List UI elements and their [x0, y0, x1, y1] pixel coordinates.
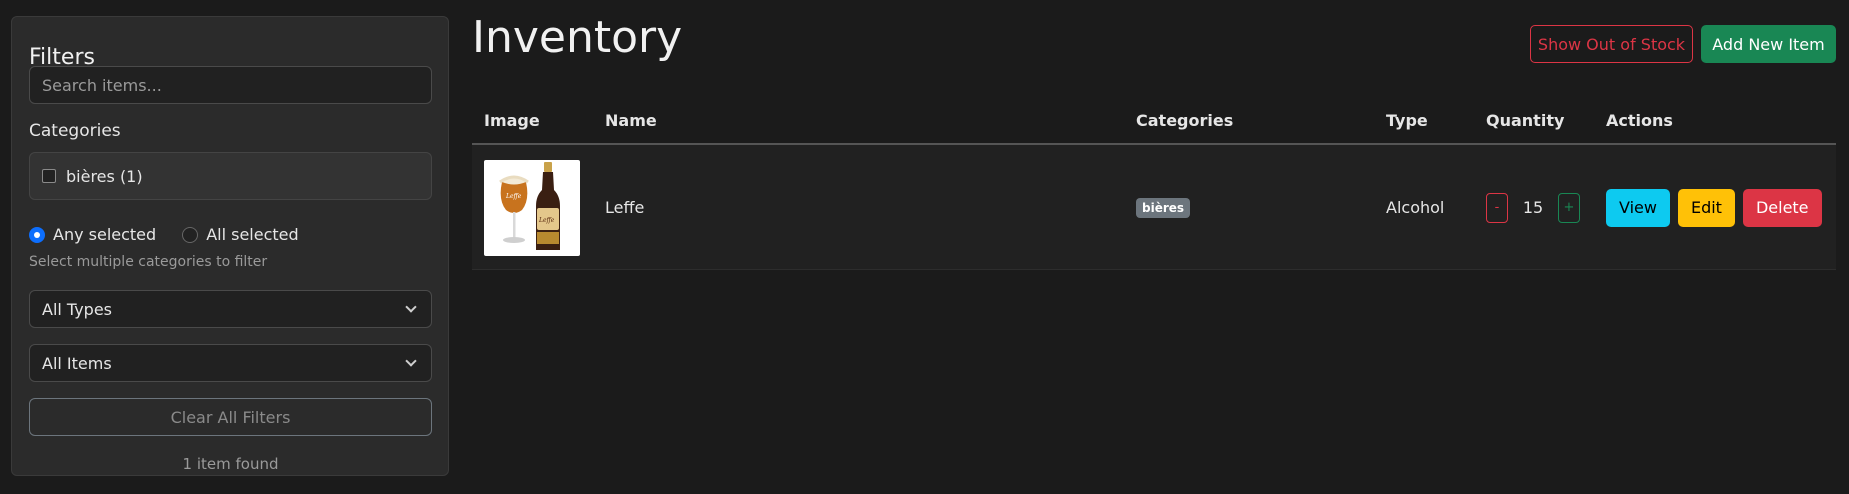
- view-button[interactable]: View: [1606, 188, 1670, 227]
- table-row: Leffe Leffe Leffe bières Alcohol - 15 + …: [472, 145, 1836, 270]
- category-checkbox-bieres[interactable]: [42, 169, 56, 183]
- show-out-of-stock-button[interactable]: Show Out of Stock: [1530, 25, 1693, 63]
- radio-all-label[interactable]: All selected: [206, 225, 298, 244]
- categories-cell: bières: [1136, 145, 1191, 270]
- image-cell: Leffe Leffe: [484, 145, 580, 270]
- quantity-value: 15: [1522, 198, 1544, 217]
- inventory-table: Image Name Categories Type Quantity Acti…: [472, 100, 1836, 270]
- chevron-down-icon: [405, 355, 417, 367]
- header-quantity: Quantity: [1486, 111, 1565, 130]
- quantity-stepper: - 15 +: [1486, 145, 1580, 270]
- result-count: 1 item found: [182, 455, 279, 473]
- decrease-quantity-button[interactable]: -: [1486, 192, 1508, 223]
- header-categories: Categories: [1136, 111, 1234, 130]
- type-select[interactable]: All Types: [29, 290, 432, 328]
- product-thumbnail: Leffe Leffe: [484, 159, 580, 256]
- radio-any-label[interactable]: Any selected: [53, 225, 156, 244]
- stock-select-value: All Items: [42, 353, 112, 373]
- table-header: Image Name Categories Type Quantity Acti…: [472, 100, 1836, 145]
- svg-text:Leffe: Leffe: [505, 193, 522, 200]
- clear-filters-button[interactable]: Clear All Filters: [29, 398, 432, 436]
- category-label-bieres[interactable]: bières (1): [66, 167, 143, 186]
- categories-list: bières (1): [29, 152, 432, 200]
- add-new-item-button[interactable]: Add New Item: [1701, 25, 1836, 63]
- stock-select[interactable]: All Items: [29, 344, 432, 382]
- header-name: Name: [605, 111, 657, 130]
- match-mode-radio-group: Any selected All selected: [29, 225, 299, 244]
- categories-heading: Categories: [29, 121, 121, 141]
- header-type: Type: [1386, 111, 1428, 130]
- inventory-page: Filters Categories bières (1) Any select…: [0, 0, 1849, 494]
- header-image: Image: [484, 111, 540, 130]
- filter-hint: Select multiple categories to filter: [29, 254, 268, 270]
- delete-button[interactable]: Delete: [1742, 188, 1822, 227]
- actions-cell: View Edit Delete: [1606, 145, 1830, 270]
- type-select-value: All Types: [42, 299, 113, 319]
- radio-any-selected[interactable]: [29, 226, 45, 243]
- category-badge: bières: [1136, 197, 1191, 218]
- radio-all-selected[interactable]: [182, 226, 199, 243]
- chevron-down-icon: [405, 301, 417, 313]
- type-cell: Alcohol: [1386, 198, 1445, 217]
- filters-panel: Filters Categories bières (1) Any select…: [11, 16, 449, 476]
- edit-button[interactable]: Edit: [1677, 188, 1735, 227]
- svg-text:Leffe: Leffe: [538, 217, 555, 224]
- increase-quantity-button[interactable]: +: [1558, 192, 1580, 223]
- name-cell: Leffe: [605, 198, 645, 217]
- page-title: Inventory: [472, 12, 683, 63]
- search-input[interactable]: [29, 66, 432, 104]
- header-actions: Actions: [1606, 111, 1673, 130]
- beer-bottle-and-glass-image: Leffe Leffe: [499, 161, 560, 250]
